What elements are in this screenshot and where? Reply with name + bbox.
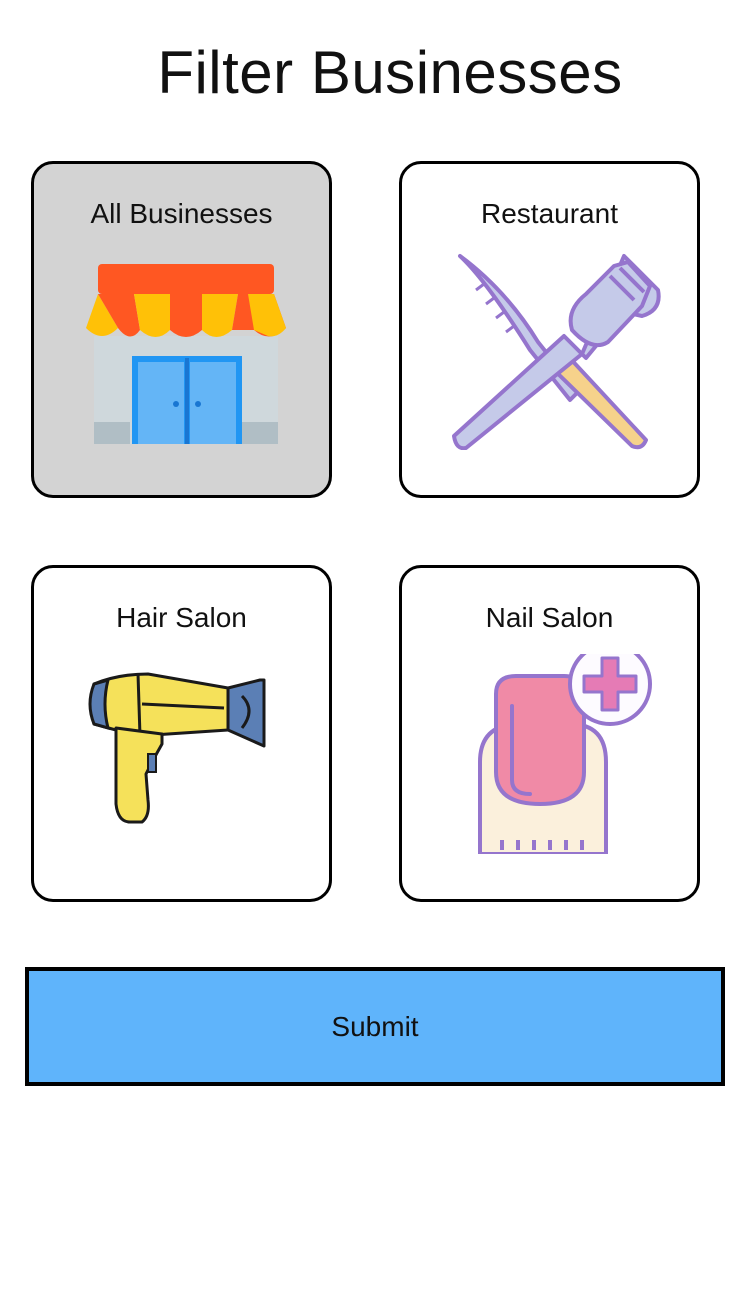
submit-button[interactable]: Submit bbox=[25, 967, 725, 1086]
page-title: Filter Businesses bbox=[157, 39, 623, 106]
category-label: Nail Salon bbox=[485, 602, 614, 633]
category-label: Hair Salon bbox=[116, 602, 247, 633]
category-card-nail-salon[interactable]: Nail Salon bbox=[399, 565, 700, 902]
hair-dryer-icon bbox=[78, 654, 294, 854]
storefront-icon bbox=[78, 250, 294, 450]
knife-fork-icon bbox=[446, 250, 662, 450]
nail-care-icon bbox=[446, 654, 662, 854]
category-label: All Businesses bbox=[90, 198, 273, 229]
category-card-restaurant[interactable]: Restaurant bbox=[399, 161, 700, 498]
category-card-all-businesses[interactable]: All Businesses bbox=[31, 161, 332, 498]
category-card-hair-salon[interactable]: Hair Salon bbox=[31, 565, 332, 902]
category-label: Restaurant bbox=[481, 198, 618, 229]
